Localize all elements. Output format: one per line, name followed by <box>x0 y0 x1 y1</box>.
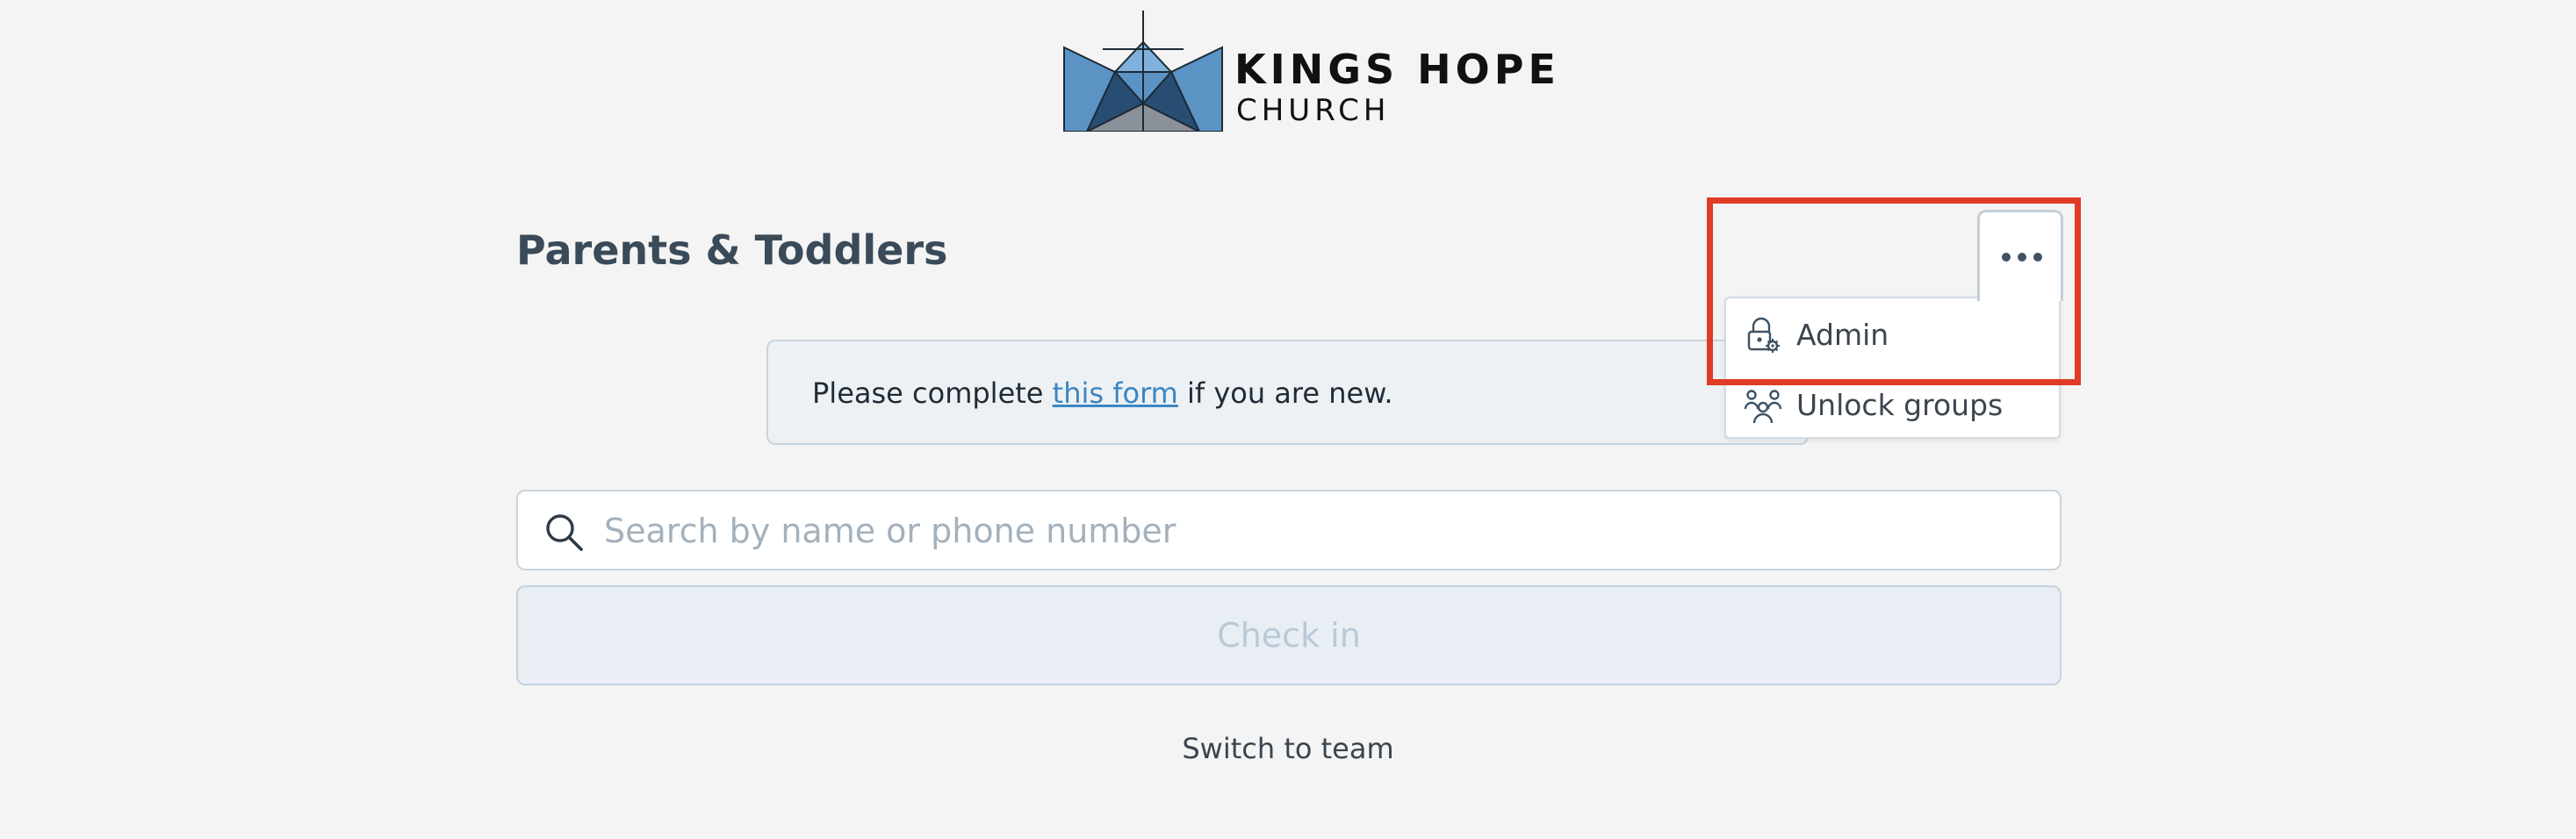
church-logo: KINGS HOPE CHURCH <box>1061 9 1556 132</box>
notice-prefix: Please complete <box>812 376 1053 410</box>
search-box[interactable] <box>516 490 2062 570</box>
church-logo-icon <box>1063 11 1223 132</box>
more-horizontal-icon <box>2033 253 2042 262</box>
page-title: Parents & Toddlers <box>516 226 948 274</box>
menu-item-admin[interactable]: Admin <box>1726 298 2059 369</box>
more-horizontal-icon <box>2002 253 2011 262</box>
search-icon <box>546 514 583 551</box>
form-link[interactable]: this form <box>1053 376 1178 410</box>
new-visitor-notice: Please complete this form if you are new… <box>766 340 1809 445</box>
notice-text: Please complete this form if you are new… <box>812 376 1393 410</box>
switch-to-team-link[interactable]: Switch to team <box>0 732 2576 765</box>
menu-item-unlock-groups[interactable]: Unlock groups <box>1726 369 2059 439</box>
search-input[interactable] <box>602 506 2028 556</box>
group-users-icon <box>1744 390 1782 424</box>
lock-gear-icon <box>1747 317 1780 353</box>
check-in-button[interactable]: Check in <box>516 585 2062 685</box>
notice-suffix: if you are new. <box>1177 376 1393 410</box>
more-horizontal-icon <box>2018 253 2026 262</box>
menu-item-unlock-groups-label: Unlock groups <box>1796 388 2004 422</box>
menu-item-admin-label: Admin <box>1796 318 1889 352</box>
logo-wordmark-line1: KINGS HOPE <box>1234 46 1560 93</box>
logo-wordmark-line2: CHURCH <box>1236 93 1391 128</box>
more-options-button[interactable] <box>1977 210 2063 301</box>
more-options-menu: Admin Unlock groups <box>1724 297 2061 439</box>
